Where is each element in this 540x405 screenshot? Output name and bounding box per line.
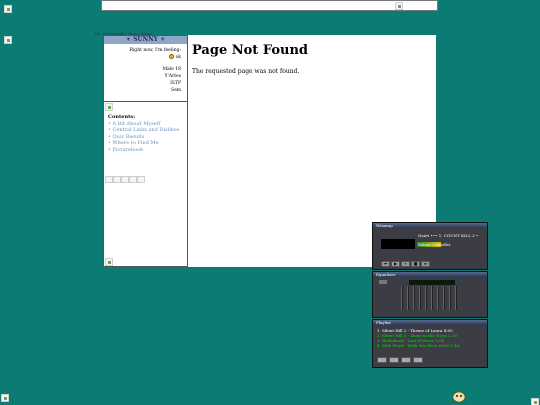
badge-image[interactable] (137, 176, 145, 183)
playlist-items: 1. Silent Hill 2 - Theme of Laura 4:00 2… (377, 328, 459, 348)
broken-image (531, 398, 539, 405)
eq-display (409, 280, 455, 285)
misc-button[interactable] (413, 357, 423, 363)
profile-line: Male 18 (162, 67, 181, 72)
broken-image (4, 5, 12, 13)
volume-label: Volume Controller (418, 243, 451, 247)
mascot-icon (451, 391, 467, 403)
mood-value: ok (175, 55, 181, 60)
badge-row (105, 176, 145, 183)
profile-line: Sem (170, 88, 181, 93)
eq-slider[interactable] (407, 286, 409, 310)
badge-image[interactable] (121, 176, 129, 183)
divider (104, 101, 187, 102)
profile-line: Y'Artes (164, 74, 181, 79)
badge-image[interactable] (129, 176, 137, 183)
winamp-equalizer[interactable]: Equalizer (372, 271, 488, 318)
winamp-titlebar[interactable]: Winamp (373, 223, 487, 228)
banner-image (395, 2, 403, 10)
profile-info: Male 18 Y'Artes ISTP Sem (162, 66, 181, 94)
eq-slider[interactable] (431, 286, 433, 310)
equalizer-titlebar[interactable]: Equalizer (373, 272, 487, 277)
playlist-titlebar[interactable]: Playlist (373, 320, 487, 325)
stop-button[interactable]: ■ (411, 261, 420, 267)
eq-slider[interactable] (419, 286, 421, 310)
eq-slider[interactable] (425, 286, 427, 310)
contents-menu: Contents: • A Bit About Myself • Central… (108, 114, 179, 153)
eq-slider[interactable] (413, 286, 415, 310)
eq-slider[interactable] (449, 286, 451, 310)
mood-face-icon (169, 54, 175, 59)
sidebar: ☀ SUNNY ☀ Right now, I'm feeling: ok Mal… (103, 35, 188, 267)
play-button[interactable]: ▶ (391, 261, 400, 267)
pause-button[interactable]: ⏸ (401, 261, 410, 267)
winamp-playlist[interactable]: Playlist 1. Silent Hill 2 - Theme of Lau… (372, 319, 488, 368)
winamp-player[interactable]: Winamp Quiet ••• 1. COUNT KILL 3 • Volum… (372, 222, 488, 270)
playlist-buttons (377, 357, 423, 363)
page-message: The requested page was not found. (192, 68, 300, 75)
previous-button[interactable]: ⏮ (381, 261, 390, 267)
top-banner (101, 0, 438, 11)
playlist-item[interactable]: 4. Pink Floyd - Wish You Were Here 5:40 (377, 343, 459, 348)
badge-image[interactable] (113, 176, 121, 183)
profile-line: ISTP (170, 81, 181, 86)
select-button[interactable] (401, 357, 411, 363)
sidebar-header: ☀ SUNNY ☀ (104, 36, 187, 44)
eq-slider[interactable] (401, 286, 403, 310)
feeling-block: Right now, I'm feeling: ok (129, 48, 181, 61)
add-button[interactable] (377, 357, 387, 363)
broken-image (105, 103, 113, 111)
winamp-controls: ⏮ ▶ ⏸ ■ ⏭ (381, 261, 430, 267)
contents-link[interactable]: • Picturebook (108, 147, 179, 154)
eq-slider[interactable] (443, 286, 445, 310)
winamp-display (381, 239, 415, 249)
remove-button[interactable] (389, 357, 399, 363)
broken-image (1, 394, 9, 402)
page-title: Page Not Found (192, 43, 309, 58)
next-button[interactable]: ⏭ (421, 261, 430, 267)
winamp-song-title: Quiet ••• 1. COUNT KILL 3 • (418, 233, 479, 238)
broken-image (105, 258, 113, 266)
eq-slider[interactable] (455, 286, 457, 310)
eq-on-button[interactable] (379, 280, 387, 284)
eq-sliders (401, 286, 457, 310)
eq-slider[interactable] (437, 286, 439, 310)
broken-image (4, 36, 12, 44)
badge-image[interactable] (105, 176, 113, 183)
